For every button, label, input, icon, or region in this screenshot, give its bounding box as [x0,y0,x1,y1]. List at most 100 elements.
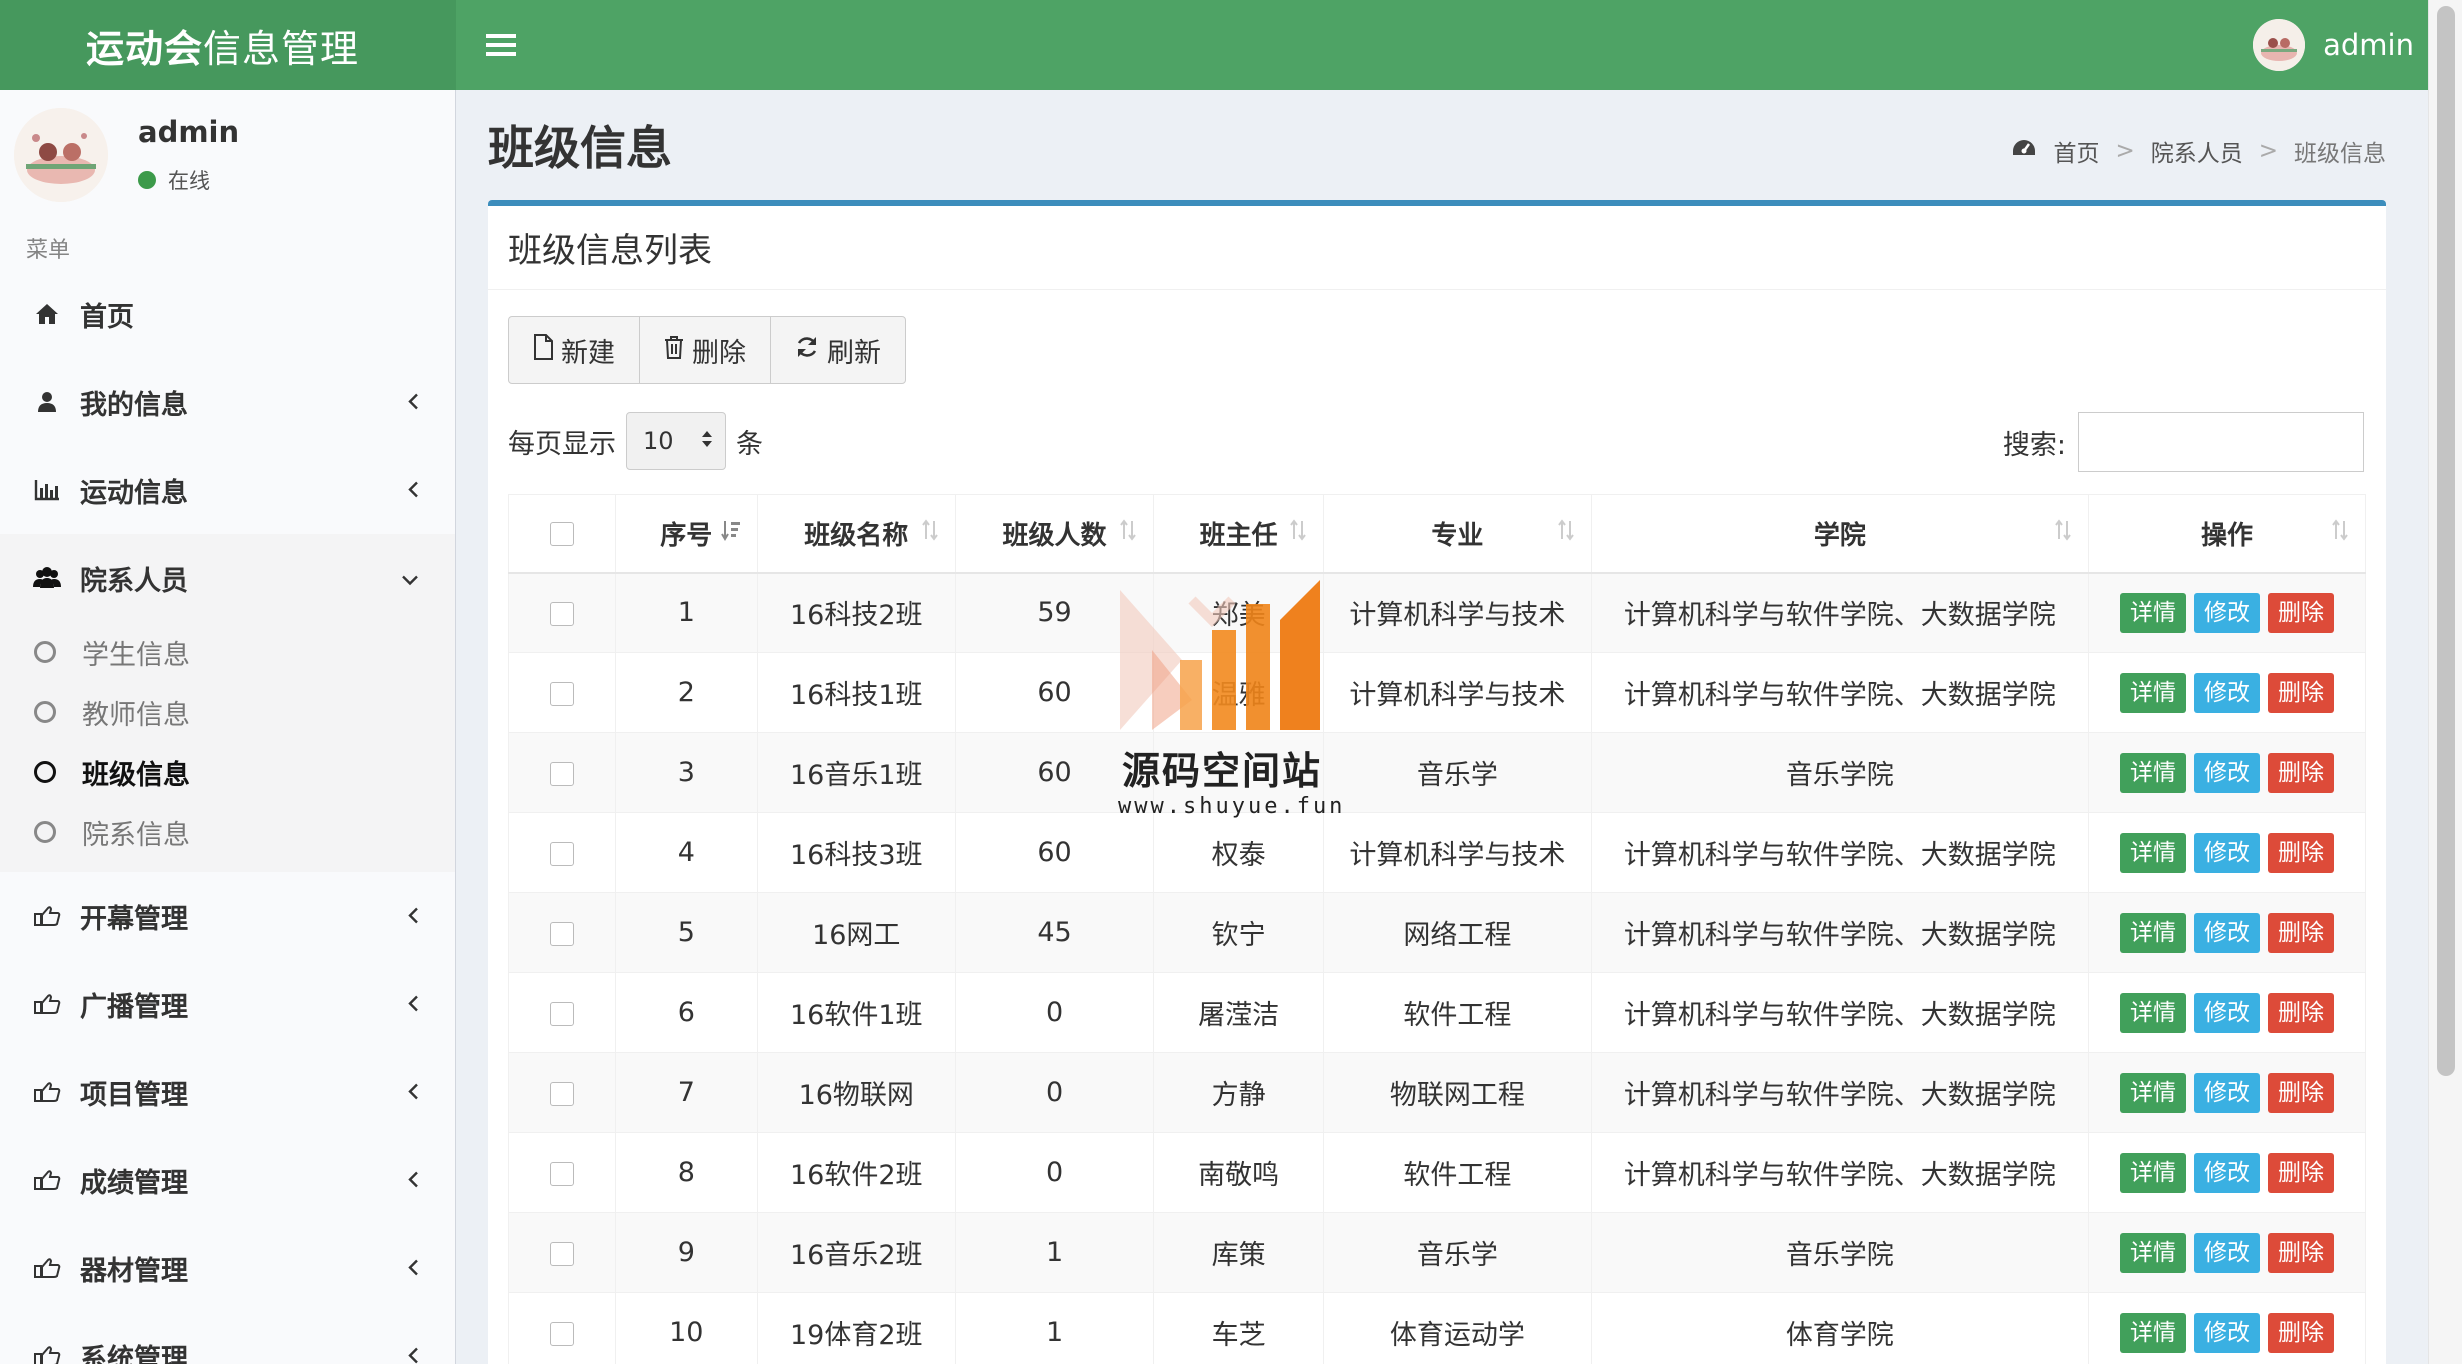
column-header-teacher[interactable]: 班主任 [1153,494,1325,574]
detail-button[interactable]: 详情 [2119,912,2186,953]
breadcrumb-home[interactable]: 首页 [2053,134,2099,168]
sidebar-item-scores[interactable]: 成绩管理 [0,1136,455,1224]
row-delete-button[interactable]: 删除 [2267,1312,2334,1353]
column-header-college[interactable]: 学院 [1590,494,2089,574]
row-checkbox[interactable] [550,1161,574,1186]
row-checkbox[interactable] [550,1001,574,1026]
sidebar-item-projects[interactable]: 项目管理 [0,1048,455,1136]
row-checkbox[interactable] [550,601,574,626]
user-menu[interactable]: admin [2253,0,2414,90]
delete-button[interactable]: 删除 [640,317,771,383]
detail-button[interactable]: 详情 [2119,832,2186,873]
search-input[interactable] [2078,412,2364,472]
cell-teacher: 库策 [1153,1212,1325,1293]
row-select-cell [508,732,616,813]
row-delete-button[interactable]: 删除 [2267,672,2334,713]
scrollbar-thumb[interactable] [2437,6,2455,1076]
row-select-cell [508,1292,616,1364]
table-header-row: 序号 班级名称 班级人数 班主任 专业 学院 操作 [508,494,2367,574]
sidebar-item-department-staff[interactable]: 院系人员 [0,534,455,622]
edit-button[interactable]: 修改 [2193,1152,2260,1193]
detail-button[interactable]: 详情 [2119,1152,2186,1193]
cell-actions: 详情 修改 删除 [2087,1292,2367,1364]
sidebar-item-sports-info[interactable]: 运动信息 [0,446,455,534]
detail-button[interactable]: 详情 [2119,1072,2186,1113]
cell-index: 3 [615,732,758,813]
row-checkbox[interactable] [550,1321,574,1346]
row-delete-button[interactable]: 删除 [2267,992,2334,1033]
cell-index: 1 [615,572,758,653]
new-button[interactable]: 新建 [509,317,640,383]
app-logo[interactable]: 运动会 信息管理 [0,0,456,90]
row-delete-button[interactable]: 删除 [2267,832,2334,873]
row-checkbox[interactable] [550,921,574,946]
row-delete-button[interactable]: 删除 [2267,1152,2334,1193]
table-row: 2 16科技1班 60 温雅 计算机科学与技术 计算机科学与软件学院、大数据学院 详情 修改删… [508,652,2367,733]
detail-button[interactable]: 详情 [2119,1232,2186,1273]
edit-button[interactable]: 修改 [2193,1312,2260,1353]
detail-button[interactable]: 详情 [2119,672,2186,713]
watermark-url: www.shuyue.fun [1118,794,1346,819]
sidebar-toggle-icon[interactable] [486,0,522,90]
edit-button[interactable]: 修改 [2193,752,2260,793]
row-checkbox[interactable] [550,841,574,866]
edit-button[interactable]: 修改 [2193,1072,2260,1113]
edit-button[interactable]: 修改 [2193,672,2260,713]
sidebar-subitem-label: 院系信息 [82,819,190,851]
page-scrollbar[interactable] [2428,0,2462,1364]
sidebar-item-home[interactable]: 首页 [0,270,455,358]
page-length-select[interactable]: 10 [626,412,726,470]
cell-index: 7 [615,1052,758,1133]
row-checkbox[interactable] [550,681,574,706]
row-checkbox[interactable] [550,1241,574,1266]
cell-college: 计算机科学与软件学院、大数据学院 [1590,812,2089,893]
column-header-major[interactable]: 专业 [1323,494,1592,574]
sidebar-subitem-teachers[interactable]: 教师信息 [0,682,455,742]
cell-actions: 详情 修改 删除 [2087,1052,2367,1133]
column-header-class-name[interactable]: 班级名称 [756,494,956,574]
cell-class-size: 0 [954,1052,1155,1133]
sidebar-subitem-classes[interactable]: 班级信息 [0,742,455,802]
column-header-class-size[interactable]: 班级人数 [954,494,1155,574]
chevron-left-icon [407,387,419,418]
table-row: 10 19体育2班 1 车芝 体育运动学 体育学院 详情 修改 删除 [508,1292,2367,1364]
edit-button[interactable]: 修改 [2193,1232,2260,1273]
sidebar-item-opening[interactable]: 开幕管理 [0,872,455,960]
cell-index: 2 [615,652,758,733]
sidebar-item-broadcast[interactable]: 广播管理 [0,960,455,1048]
edit-button[interactable]: 修改 [2193,832,2260,873]
refresh-icon [795,335,819,366]
edit-button[interactable]: 修改 [2193,592,2260,633]
sidebar-item-system[interactable]: 系统管理 [0,1312,455,1364]
row-delete-button[interactable]: 删除 [2267,912,2334,953]
sidebar-item-my-info[interactable]: 我的信息 [0,358,455,446]
sidebar-subitem-departments[interactable]: 院系信息 [0,802,455,862]
row-checkbox[interactable] [550,1081,574,1106]
refresh-button[interactable]: 刷新 [771,317,905,383]
cell-index: 4 [615,812,758,893]
column-header-actions[interactable]: 操作 [2087,494,2367,574]
circle-icon [34,761,56,783]
box-title: 班级信息列表 [488,206,2386,290]
detail-button[interactable]: 详情 [2119,752,2186,793]
class-list-box: 班级信息列表 新建 删除 刷新 每页显示 10 条 搜索: 序号 班级名称 班级… [488,200,2386,1364]
hand-pointer-icon [30,905,64,927]
sidebar-subitem-students[interactable]: 学生信息 [0,622,455,682]
row-delete-button[interactable]: 删除 [2267,752,2334,793]
detail-button[interactable]: 详情 [2119,992,2186,1033]
cell-college: 计算机科学与软件学院、大数据学院 [1590,972,2089,1053]
select-all-checkbox[interactable] [550,521,574,546]
edit-button[interactable]: 修改 [2193,912,2260,953]
breadcrumb-department-staff[interactable]: 院系人员 [2151,134,2243,168]
edit-button[interactable]: 修改 [2193,992,2260,1033]
row-checkbox[interactable] [550,761,574,786]
sidebar-item-equipment[interactable]: 器材管理 [0,1224,455,1312]
row-delete-button[interactable]: 删除 [2267,1232,2334,1273]
row-delete-button[interactable]: 删除 [2267,1072,2334,1113]
detail-button[interactable]: 详情 [2119,1312,2186,1353]
column-header-index[interactable]: 序号 [615,494,758,574]
detail-button[interactable]: 详情 [2119,592,2186,633]
table-row: 8 16软件2班 0 南敬鸣 软件工程 计算机科学与软件学院、大数据学院 详情 修改 删除 [508,1132,2367,1213]
cell-class-name: 16音乐2班 [756,1212,956,1293]
row-delete-button[interactable]: 删除 [2267,592,2334,633]
